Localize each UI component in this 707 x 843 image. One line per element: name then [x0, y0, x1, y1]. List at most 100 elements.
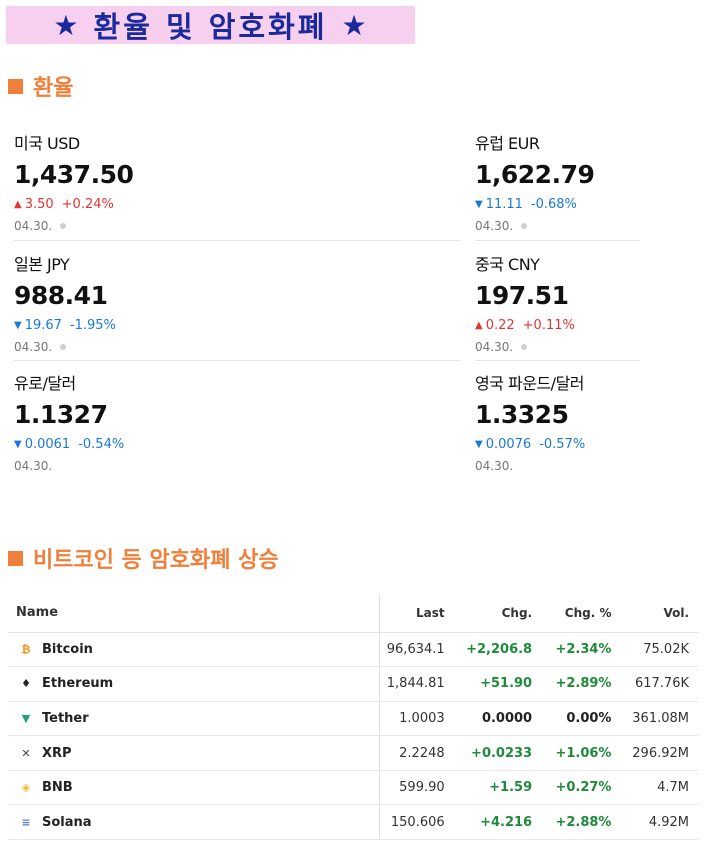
fx-rate-value: 1.3325: [475, 400, 569, 429]
fx-currency-name: 유로/달러: [14, 374, 76, 393]
status-dot-icon: [521, 344, 528, 350]
column-separator: [365, 666, 381, 702]
fx-card[interactable]: 유로/달러 1.1327 ▼ 0.0061 -0.54% 04.30.: [14, 370, 124, 473]
divider: [475, 360, 639, 361]
xrp-icon: ✕: [21, 746, 31, 760]
crypto-name: Ethereum: [42, 676, 114, 692]
crypto-name-cell[interactable]: ✕ XRP: [8, 735, 366, 771]
fx-currency-name: 중국 CNY: [475, 255, 540, 274]
crypto-change-percent: +2.88%: [542, 804, 622, 841]
crypto-name: Tether: [42, 710, 89, 726]
crypto-change: +1.59: [454, 770, 543, 806]
crypto-name-cell[interactable]: ≡ Solana: [8, 804, 366, 841]
crypto-change: +2,206.8: [454, 632, 543, 668]
triangle-up-icon: ▲: [475, 320, 483, 331]
crypto-volume: 75.02K: [621, 632, 699, 668]
crypto-name-cell[interactable]: ◈ BNB: [8, 770, 366, 806]
crypto-change-percent: +0.27%: [542, 770, 622, 806]
column-separator: [365, 770, 381, 806]
triangle-up-icon: ▲: [14, 199, 22, 210]
fx-change-amount: 11.11: [485, 197, 523, 212]
fx-rate-value: 197.51: [475, 281, 569, 310]
column-header-chg[interactable]: Chg.: [454, 594, 543, 633]
fx-currency-name: 유럽 EUR: [475, 134, 540, 153]
divider: [14, 360, 460, 361]
fx-date: 04.30.: [475, 340, 575, 354]
crypto-change-percent: +2.89%: [542, 666, 622, 702]
crypto-change: +0.0233: [454, 735, 543, 771]
crypto-volume: 4.92M: [621, 804, 699, 841]
crypto-change: 0.0000: [454, 701, 543, 737]
fx-card[interactable]: 미국 USD 1,437.50 ▲ 3.50 +0.24% 04.30.: [14, 130, 134, 233]
crypto-volume: 617.76K: [621, 666, 699, 702]
fx-date-text: 04.30.: [475, 219, 514, 233]
fx-change: ▼ 0.0076 -0.57%: [475, 437, 585, 452]
fx-card[interactable]: 영국 파운드/달러 1.3325 ▼ 0.0076 -0.57% 04.30.: [475, 370, 585, 473]
fx-card[interactable]: 중국 CNY 197.51 ▲ 0.22 +0.11% 04.30.: [475, 251, 575, 354]
crypto-name-cell[interactable]: ♦ Ethereum: [8, 666, 366, 702]
table-row[interactable]: ▼ Tether 1.0003 0.0000 0.00% 361.08M: [8, 701, 699, 737]
status-dot-icon: [60, 223, 67, 229]
fx-change-amount: 0.0076: [485, 437, 532, 452]
column-header-name[interactable]: Name: [8, 594, 366, 633]
column-header-vol[interactable]: Vol.: [621, 594, 699, 633]
crypto-name: XRP: [42, 745, 72, 761]
fx-change-percent: +0.11%: [522, 318, 575, 333]
banner-title: 환율 및 암호화폐: [93, 10, 328, 44]
table-row[interactable]: ₿ Bitcoin 96,634.1 +2,206.8 +2.34% 75.02K: [8, 632, 699, 668]
fx-card[interactable]: 일본 JPY 988.41 ▼ 19.67 -1.95% 04.30.: [14, 251, 116, 354]
status-dot-icon: [521, 223, 528, 229]
fx-date: 04.30.: [14, 340, 116, 354]
star-icon: ★: [341, 8, 368, 42]
column-header-chg-pct[interactable]: Chg. %: [542, 594, 622, 633]
crypto-name-cell[interactable]: ₿ Bitcoin: [8, 632, 366, 668]
fx-rate-value: 1.1327: [14, 400, 108, 429]
triangle-down-icon: ▼: [14, 439, 22, 450]
column-separator: [365, 804, 381, 841]
crypto-volume: 4.7M: [621, 770, 699, 806]
fx-change: ▼ 19.67 -1.95%: [14, 318, 116, 333]
fx-change: ▼ 11.11 -0.68%: [475, 197, 594, 212]
fx-currency-name: 영국 파운드/달러: [475, 374, 585, 393]
fx-change-percent: -0.57%: [539, 437, 586, 452]
fx-date-text: 04.30.: [14, 219, 53, 233]
ethereum-icon: ♦: [21, 677, 31, 691]
bitcoin-icon: ₿: [21, 642, 31, 656]
divider: [14, 240, 460, 241]
page-banner: ★ 환율 및 암호화폐 ★: [6, 6, 415, 44]
fx-rate-value: 1,437.50: [14, 160, 134, 189]
crypto-volume: 361.08M: [621, 701, 699, 737]
crypto-change-percent: 0.00%: [542, 701, 622, 737]
crypto-last: 150.606: [379, 804, 455, 841]
fx-change-percent: -0.68%: [530, 197, 577, 212]
fx-card[interactable]: 유럽 EUR 1,622.79 ▼ 11.11 -0.68% 04.30.: [475, 130, 595, 233]
table-row[interactable]: ✕ XRP 2.2248 +0.0233 +1.06% 296.92M: [8, 735, 699, 771]
table-row[interactable]: ♦ Ethereum 1,844.81 +51.90 +2.89% 617.76K: [8, 666, 699, 702]
triangle-down-icon: ▼: [475, 439, 483, 450]
crypto-name: BNB: [42, 780, 73, 796]
crypto-name-cell[interactable]: ▼ Tether: [8, 701, 366, 737]
column-header-last-label[interactable]: Last: [379, 594, 455, 633]
fx-change: ▲ 0.22 +0.11%: [475, 318, 575, 333]
fx-change-amount: 0.0061: [24, 437, 71, 452]
column-separator: [365, 701, 381, 737]
square-bullet-icon: [8, 78, 23, 94]
fx-change: ▼ 0.0061 -0.54%: [14, 437, 124, 452]
fx-date-text: 04.30.: [475, 340, 514, 354]
table-row[interactable]: ≡ Solana 150.606 +4.216 +2.88% 4.92M: [8, 804, 699, 841]
crypto-change-percent: +1.06%: [542, 735, 622, 771]
fx-rate-value: 1,622.79: [475, 160, 595, 189]
fx-change-amount: 3.50: [24, 197, 54, 212]
fx-rate-value: 988.41: [14, 281, 108, 310]
crypto-last: 1,844.81: [379, 666, 455, 702]
fx-change-percent: +0.24%: [61, 197, 114, 212]
column-separator: [365, 735, 381, 771]
tether-icon: ▼: [21, 711, 31, 725]
fx-date-text: 04.30.: [475, 459, 514, 473]
fx-section-heading: 환율: [8, 70, 73, 102]
fx-date-text: 04.30.: [14, 340, 53, 354]
table-row[interactable]: ◈ BNB 599.90 +1.59 +0.27% 4.7M: [8, 770, 699, 806]
crypto-section-heading: 비트코인 등 암호화폐 상승: [8, 542, 279, 574]
triangle-down-icon: ▼: [475, 199, 483, 210]
fx-change: ▲ 3.50 +0.24%: [14, 197, 133, 212]
